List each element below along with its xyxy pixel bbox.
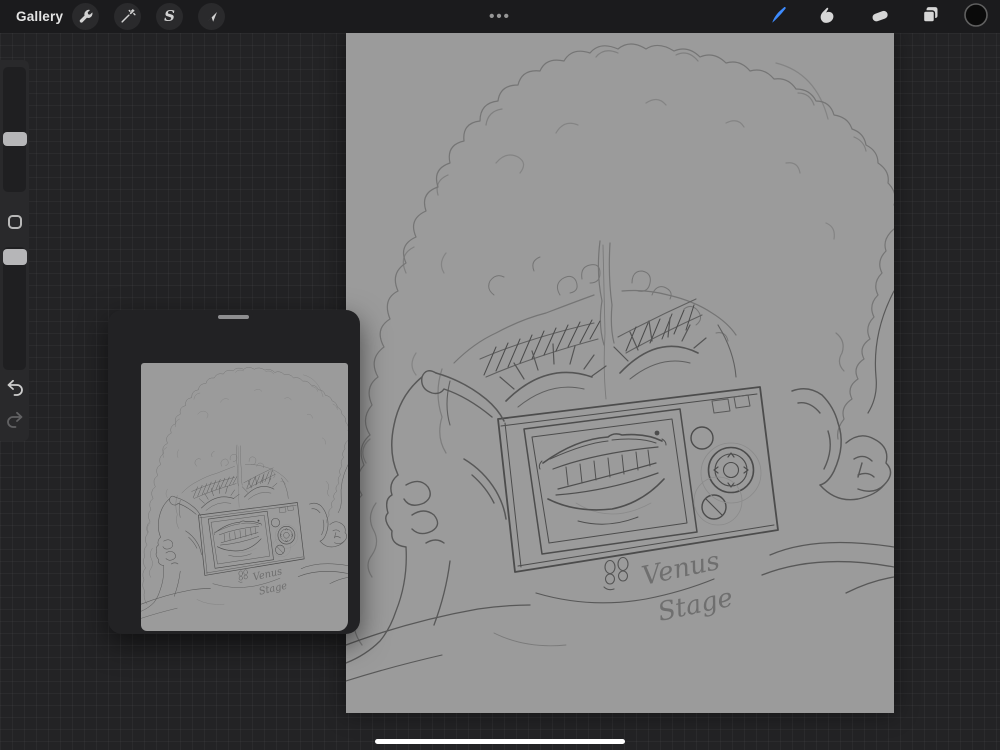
drawing-canvas[interactable]: [346, 33, 894, 713]
undo-icon: [5, 378, 25, 401]
brush-sidebar: [0, 60, 29, 441]
adjustments-button[interactable]: [114, 3, 141, 30]
opacity-handle[interactable]: [2, 249, 27, 265]
undo-button[interactable]: [0, 378, 29, 400]
magic-wand-icon: [119, 8, 136, 25]
reference-artwork: [141, 366, 348, 619]
eraser-icon: [869, 4, 891, 31]
transform-button[interactable]: [198, 3, 225, 30]
artwork-sketch: [346, 43, 894, 682]
procreate-app: Venus Stage Gallery S: [0, 0, 1000, 750]
actions-button[interactable]: [72, 3, 99, 30]
modify-square-icon: [6, 213, 24, 236]
brush-size-handle[interactable]: [2, 132, 27, 146]
smudge-finger-icon: [817, 4, 838, 30]
selection-button[interactable]: S: [156, 3, 183, 30]
redo-icon: [5, 410, 25, 433]
canvas-menu-button[interactable]: •••: [460, 0, 540, 33]
top-toolbar: Gallery S •••: [0, 0, 1000, 33]
brush-icon: [769, 4, 791, 31]
modify-button[interactable]: [0, 212, 29, 236]
wrench-icon: [77, 8, 94, 25]
layers-button[interactable]: [917, 4, 943, 30]
workspace-background: [0, 33, 1000, 750]
color-button[interactable]: [963, 2, 989, 33]
reference-drag-handle[interactable]: [218, 315, 249, 319]
home-indicator[interactable]: [375, 739, 625, 744]
opacity-slider[interactable]: [3, 247, 26, 370]
reference-window[interactable]: [108, 310, 360, 634]
paint-tool-button[interactable]: [767, 4, 793, 30]
color-swatch: [963, 2, 989, 33]
smudge-tool-button[interactable]: [814, 4, 840, 30]
gallery-button[interactable]: Gallery: [16, 0, 63, 33]
brush-size-slider[interactable]: [3, 67, 26, 192]
erase-tool-button[interactable]: [867, 4, 893, 30]
layers-icon: [920, 4, 941, 30]
selection-s-icon: S: [164, 7, 175, 25]
transform-arrow-icon: [204, 9, 220, 25]
reference-canvas: [141, 363, 348, 631]
redo-button[interactable]: [0, 410, 29, 432]
